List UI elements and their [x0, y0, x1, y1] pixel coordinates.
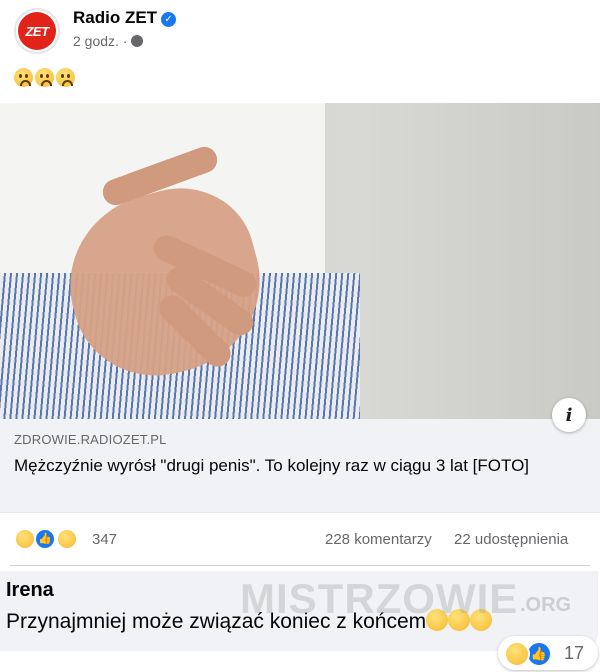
haha-reaction-icon — [504, 641, 530, 667]
page-name-row[interactable]: Radio ZET ✓ — [73, 8, 177, 28]
divider — [10, 565, 590, 566]
reactions-summary: 👍 347 228 komentarzy 22 udostępnienia — [0, 522, 600, 558]
sad-face-emoji-icon — [14, 68, 33, 87]
watermark-suffix: .ORG — [520, 594, 572, 616]
globe-icon — [131, 35, 144, 47]
wow-reaction-icon[interactable] — [56, 528, 78, 550]
post-time[interactable]: 2 godz. · — [73, 33, 127, 49]
link-preview[interactable]: i ZDROWIE.RADIOZET.PL Mężczyźnie wyrósł … — [0, 398, 600, 513]
comment-text: Przynajmniej może związać koniec z końce… — [6, 610, 427, 633]
comment-author[interactable]: Irena — [6, 579, 54, 602]
link-preview-image[interactable] — [0, 103, 600, 419]
laughing-emoji-icon — [470, 609, 493, 631]
link-title[interactable]: Mężczyźnie wyrósł "drugi penis". To kole… — [14, 454, 574, 478]
reactions-count[interactable]: 347 — [92, 531, 117, 548]
comment-reactions-count: 17 — [564, 643, 585, 663]
post-timestamp[interactable]: 2 godz. · — [73, 33, 144, 49]
like-reaction-icon[interactable]: 👍 — [34, 528, 56, 550]
info-icon[interactable]: i — [552, 398, 586, 432]
link-domain: ZDROWIE.RADIOZET.PL — [14, 432, 167, 447]
page-avatar[interactable]: ZET — [14, 8, 60, 54]
post-header: ZET Radio ZET ✓ 2 godz. · — [0, 0, 600, 62]
comments-count[interactable]: 228 komentarzy — [325, 531, 432, 548]
comment-text-row: Przynajmniej może związać koniec z końce… — [6, 609, 493, 634]
radio-zet-logo: ZET — [18, 12, 56, 50]
verified-badge-icon: ✓ — [161, 12, 177, 27]
post-text — [14, 68, 75, 92]
shares-count[interactable]: 22 udostępnienia — [454, 531, 568, 548]
laughing-emoji-icon — [448, 609, 471, 631]
sad-face-emoji-icon — [56, 68, 75, 87]
laughing-emoji-icon — [426, 609, 449, 631]
comment-reactions[interactable]: 👍 17 — [498, 636, 598, 670]
haha-reaction-icon[interactable] — [14, 528, 36, 550]
page-name[interactable]: Radio ZET — [73, 8, 157, 27]
sad-face-emoji-icon — [35, 68, 54, 87]
